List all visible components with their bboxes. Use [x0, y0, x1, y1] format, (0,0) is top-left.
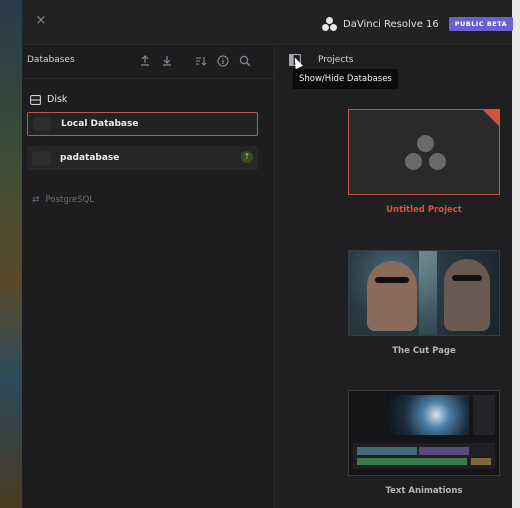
projects-title: Projects [318, 55, 354, 65]
project-thumbnail [348, 109, 500, 195]
databases-header: Databases [22, 45, 274, 79]
project-name: Untitled Project [386, 205, 462, 215]
desktop-background-right [512, 0, 520, 508]
download-icon[interactable] [159, 53, 175, 69]
project-name: Text Animations [385, 486, 463, 496]
davinci-logo-icon [405, 135, 447, 171]
brand: DaVinci Resolve 16 PUBLIC BETA [322, 15, 514, 33]
disk-section-label: Disk [47, 94, 68, 105]
project-card-text-animations[interactable]: Text Animations [348, 390, 500, 496]
desktop-background-left [0, 0, 22, 508]
project-thumbnail [348, 390, 500, 476]
connect-icon: ⇄ [32, 195, 40, 205]
project-card-the-cut-page[interactable]: The Cut Page [348, 250, 500, 356]
database-thumbnail [32, 151, 50, 165]
databases-toolbar [137, 53, 253, 69]
sort-icon[interactable] [193, 53, 209, 69]
upload-icon[interactable] [137, 53, 153, 69]
database-thumbnail [33, 117, 51, 131]
postgresql-section[interactable]: ⇄ PostgreSQL [32, 195, 94, 205]
database-item-local[interactable]: Local Database [27, 112, 258, 136]
disk-section: Disk [30, 94, 67, 105]
upgrade-arrow-icon[interactable]: ↑ [241, 151, 253, 163]
project-name: The Cut Page [392, 346, 456, 356]
mouse-cursor-icon [291, 55, 303, 70]
projects-panel: Projects Show/Hide Databases Untitled Pr… [275, 45, 512, 508]
project-thumbnail-image [349, 251, 499, 335]
database-name: Local Database [61, 119, 139, 129]
app-title: DaVinci Resolve 16 [343, 18, 439, 30]
database-item-padatabase[interactable]: padatabase ↑ [27, 146, 258, 170]
selected-check-icon [483, 110, 499, 126]
search-icon[interactable] [237, 53, 253, 69]
databases-title: Databases [27, 55, 75, 65]
info-icon[interactable] [215, 53, 231, 69]
database-name: padatabase [60, 153, 120, 163]
title-bar: × DaVinci Resolve 16 PUBLIC BETA [22, 0, 514, 45]
davinci-logo-icon [322, 16, 337, 32]
close-button[interactable]: × [32, 12, 50, 30]
project-thumbnail-image [349, 391, 499, 475]
postgresql-label: PostgreSQL [45, 195, 95, 205]
project-thumbnail [348, 250, 500, 336]
databases-panel: Databases Disk Local Database padatabase… [22, 45, 275, 508]
public-beta-badge: PUBLIC BETA [448, 17, 514, 31]
project-card-untitled[interactable]: Untitled Project [348, 109, 500, 215]
disk-icon [30, 94, 41, 105]
projects-header: Projects Show/Hide Databases [275, 45, 512, 89]
project-manager-window: × DaVinci Resolve 16 PUBLIC BETA Databas… [22, 0, 514, 508]
show-hide-databases-tooltip: Show/Hide Databases [293, 69, 398, 89]
